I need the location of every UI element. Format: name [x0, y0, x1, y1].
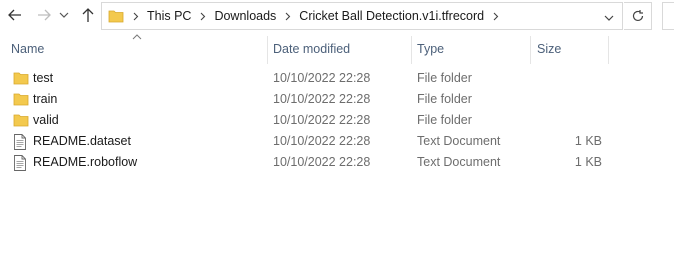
file-date: 10/10/2022 22:28 — [273, 71, 371, 85]
column-divider[interactable] — [411, 36, 412, 64]
arrow-up-icon — [82, 8, 94, 22]
folder-icon — [13, 114, 29, 127]
file-name: README.dataset — [33, 134, 131, 148]
column-divider[interactable] — [530, 36, 531, 64]
column-header-type[interactable]: Type — [417, 42, 444, 56]
file-type: File folder — [417, 113, 472, 127]
breadcrumb-this-pc[interactable]: This PC — [147, 9, 191, 23]
list-item[interactable]: valid 10/10/2022 22:28 File folder — [0, 110, 674, 131]
file-name: valid — [33, 113, 59, 127]
column-divider[interactable] — [608, 36, 609, 64]
column-header-size[interactable]: Size — [537, 42, 561, 56]
list-item[interactable]: test 10/10/2022 22:28 File folder — [0, 68, 674, 89]
navigation-bar: This PC Downloads Cricket Ball Detection… — [0, 0, 674, 32]
file-type: File folder — [417, 71, 472, 85]
file-size: 1 KB — [574, 155, 602, 169]
list-item[interactable]: train 10/10/2022 22:28 File folder — [0, 89, 674, 110]
text-document-icon — [14, 155, 26, 171]
file-name: README.roboflow — [33, 155, 138, 169]
text-document-icon — [14, 134, 26, 150]
chevron-right-icon[interactable] — [200, 12, 206, 21]
folder-icon — [108, 10, 124, 23]
file-type: Text Document — [417, 155, 501, 169]
address-history-button[interactable] — [604, 11, 614, 25]
up-button[interactable] — [77, 4, 99, 26]
file-name: train — [33, 92, 58, 106]
file-date: 10/10/2022 22:28 — [273, 92, 371, 106]
chevron-right-icon[interactable] — [493, 12, 499, 21]
file-type: Text Document — [417, 134, 501, 148]
column-header-date[interactable]: Date modified — [273, 42, 350, 56]
file-date: 10/10/2022 22:28 — [273, 134, 371, 148]
chevron-right-icon[interactable] — [285, 12, 291, 21]
file-name: test — [33, 71, 54, 85]
list-item[interactable]: README.dataset 10/10/2022 22:28 Text Doc… — [0, 131, 674, 152]
file-date: 10/10/2022 22:28 — [273, 113, 371, 127]
recent-locations-button[interactable] — [56, 4, 72, 26]
column-header-name[interactable]: Name — [11, 42, 44, 56]
refresh-button[interactable] — [624, 2, 652, 30]
folder-icon — [13, 72, 29, 85]
arrow-right-icon — [38, 9, 51, 21]
arrow-left-icon — [8, 9, 21, 21]
breadcrumb-current-folder[interactable]: Cricket Ball Detection.v1i.tfrecord — [299, 9, 484, 23]
folder-icon — [13, 93, 29, 106]
column-headers: Name Date modified Type Size — [0, 36, 674, 64]
refresh-icon — [632, 10, 643, 22]
column-divider[interactable] — [267, 36, 268, 64]
back-button[interactable] — [4, 4, 26, 26]
chevron-down-icon — [59, 12, 69, 18]
file-type: File folder — [417, 92, 472, 106]
search-box[interactable] — [662, 2, 674, 30]
breadcrumb-downloads[interactable]: Downloads — [214, 9, 276, 23]
list-item[interactable]: README.roboflow 10/10/2022 22:28 Text Do… — [0, 152, 674, 173]
forward-button[interactable] — [33, 4, 55, 26]
address-bar[interactable]: This PC Downloads Cricket Ball Detection… — [101, 2, 623, 30]
file-date: 10/10/2022 22:28 — [273, 155, 371, 169]
file-size: 1 KB — [574, 134, 602, 148]
chevron-down-icon — [604, 15, 614, 21]
chevron-right-icon[interactable] — [133, 12, 139, 21]
